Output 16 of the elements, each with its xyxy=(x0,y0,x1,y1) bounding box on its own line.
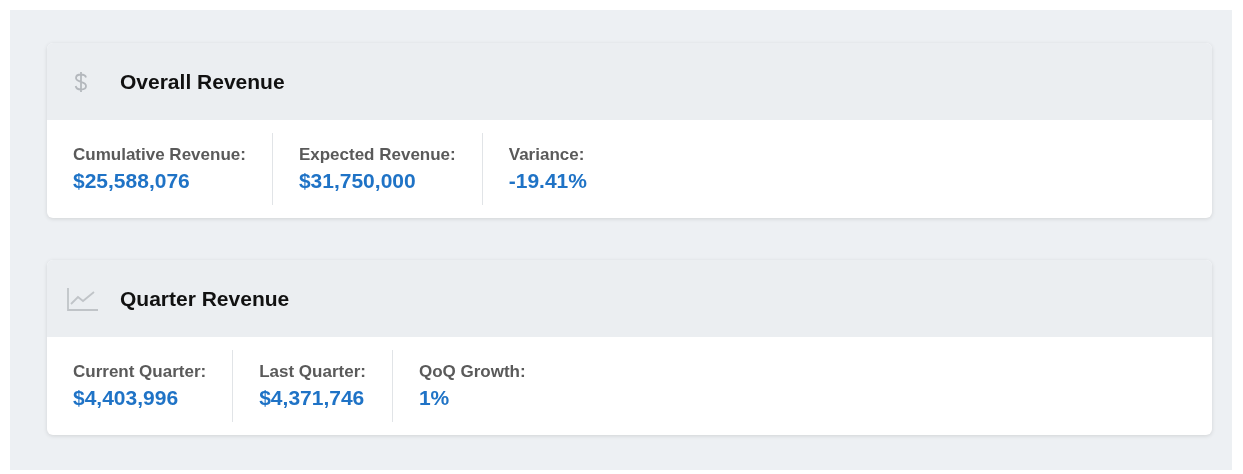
card-title: Quarter Revenue xyxy=(120,286,290,311)
metric-label: Current Quarter: xyxy=(73,362,207,382)
line-chart-icon xyxy=(67,286,99,311)
metric-label: Last Quarter: xyxy=(259,362,366,382)
metric-value: -19.41% xyxy=(508,169,587,193)
card-title: Overall Revenue xyxy=(120,69,285,94)
metric-label: QoQ Growth: xyxy=(418,362,526,382)
metric-value: $25,588,076 xyxy=(73,169,191,193)
metric-value: $4,403,996 xyxy=(73,386,180,410)
metric-label: Expected Revenue: xyxy=(298,145,456,165)
metric-value: $4,371,746 xyxy=(259,386,366,410)
dollar-icon xyxy=(73,70,89,93)
metric-label: Cumulative Revenue: xyxy=(73,145,246,165)
metric-label: Variance: xyxy=(508,145,586,165)
metric-value: 1% xyxy=(418,386,451,410)
metric-value: $31,750,000 xyxy=(298,169,417,193)
